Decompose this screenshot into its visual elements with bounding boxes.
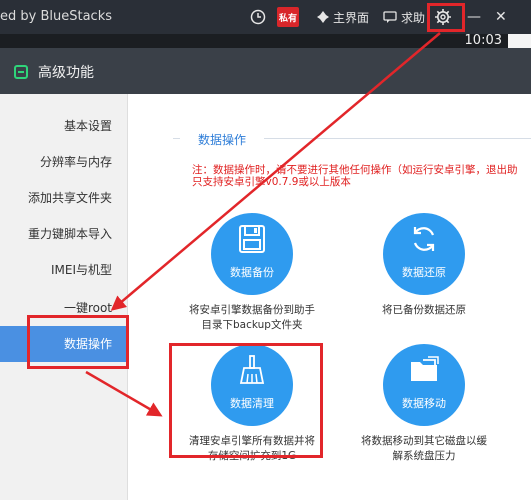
- help-button[interactable]: 求助: [383, 6, 425, 28]
- home-button[interactable]: 主界面: [316, 6, 369, 28]
- status-bar-edge: [508, 34, 531, 48]
- app-brand: ed by BlueStacks: [0, 9, 112, 24]
- minimize-button[interactable]: —: [467, 6, 481, 28]
- data-restore-button[interactable]: 数据还原: [383, 213, 465, 295]
- status-clock: 10:03: [464, 33, 502, 48]
- op-data-restore: 数据还原 将已备份数据还原: [359, 213, 489, 318]
- data-backup-description: 将安卓引擎数据备份到助手 目录下backup文件夹: [187, 303, 317, 333]
- clock-button[interactable]: [250, 6, 266, 28]
- data-restore-label: 数据还原: [402, 266, 446, 279]
- close-icon: ✕: [495, 9, 507, 25]
- app-badge-icon: 私有: [277, 7, 299, 27]
- help-label: 求助: [401, 10, 426, 25]
- sidebar-item-imei-model[interactable]: IMEI与机型: [0, 252, 128, 288]
- data-move-desc-line-1: 将数据移动到其它磁盘以缓: [361, 435, 487, 447]
- data-backup-label: 数据备份: [230, 266, 274, 279]
- app-badge-button[interactable]: 私有: [277, 6, 299, 28]
- android-status-strip: 10:03: [0, 34, 531, 48]
- sidebar-item-basic-settings[interactable]: 基本设置: [0, 108, 128, 144]
- warning-line-1: 注：数据操作时，请不要进行其他任何操作（如运行安卓引擎，退出助: [192, 164, 518, 176]
- data-backup-button[interactable]: 数据备份: [211, 213, 293, 295]
- clock-icon: [250, 9, 266, 25]
- op-data-move: 数据移动 将数据移动到其它磁盘以缓 解系统盘压力: [359, 344, 489, 464]
- home-label: 主界面: [333, 10, 370, 25]
- data-move-description: 将数据移动到其它磁盘以缓 解系统盘压力: [359, 434, 489, 464]
- data-restore-desc-line-1: 将已备份数据还原: [382, 304, 466, 316]
- data-move-label: 数据移动: [402, 397, 446, 410]
- chat-icon: [383, 10, 397, 24]
- sidebar-item-shared-folder[interactable]: 添加共享文件夹: [0, 180, 128, 216]
- annotation-box-data-operations: [27, 315, 129, 369]
- data-restore-description: 将已备份数据还原: [359, 303, 489, 318]
- section-title: 数据操作: [180, 131, 265, 148]
- data-backup-desc-line-1: 将安卓引擎数据备份到助手: [189, 304, 315, 316]
- dialog-title: 高级功能: [38, 65, 94, 81]
- close-button[interactable]: ✕: [495, 6, 507, 28]
- minimize-icon: —: [467, 9, 481, 25]
- annotation-box-settings: [427, 3, 465, 32]
- data-move-button[interactable]: 数据移动: [383, 344, 465, 426]
- floppy-disk-icon: [239, 225, 265, 253]
- warning-notice: 注：数据操作时，请不要进行其他任何操作（如运行安卓引擎，退出助 只支持安卓引擎v…: [192, 164, 531, 188]
- warning-line-2: 只支持安卓引擎v0.7.9或以上版本: [192, 176, 351, 188]
- op-data-backup: 数据备份 将安卓引擎数据备份到助手 目录下backup文件夹: [187, 213, 317, 333]
- screen: ed by BlueStacks 私有 主界面 求助 — ✕ 10:03 高级功…: [0, 0, 531, 500]
- settings-sidebar: 基本设置 分辨率与内存 添加共享文件夹 重力键脚本导入 IMEI与机型 一键ro…: [0, 94, 128, 500]
- dialog-header: 高级功能: [0, 48, 531, 94]
- sidebar-item-gravity-script[interactable]: 重力键脚本导入: [0, 216, 128, 252]
- restore-icon: [413, 227, 435, 251]
- data-move-desc-line-2: 解系统盘压力: [392, 450, 456, 462]
- advanced-settings-icon: [14, 65, 28, 79]
- home-icon: [316, 10, 330, 24]
- annotation-box-data-clean: [169, 343, 323, 458]
- data-backup-desc-line-2: 目录下backup文件夹: [201, 319, 303, 331]
- sidebar-item-resolution-memory[interactable]: 分辨率与内存: [0, 144, 128, 180]
- folder-move-icon: [411, 356, 439, 381]
